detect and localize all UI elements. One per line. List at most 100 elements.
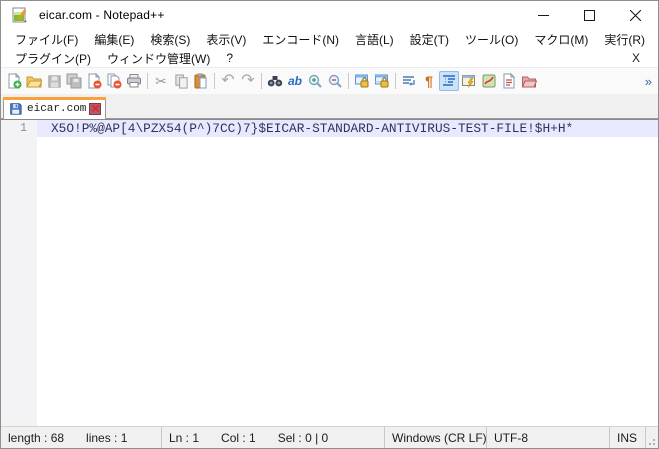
active-tab-accent bbox=[3, 97, 107, 100]
toolbar-separator bbox=[147, 73, 148, 89]
save-all-disabled-icon bbox=[66, 73, 82, 89]
print-button[interactable] bbox=[124, 71, 144, 91]
save-disabled-icon bbox=[47, 74, 61, 88]
paste-button[interactable] bbox=[191, 71, 211, 91]
line-number-gutter: 1 bbox=[1, 120, 37, 426]
paste-clipboard-icon bbox=[194, 73, 207, 89]
folder-as-workspace-button[interactable] bbox=[519, 71, 539, 91]
status-insert-mode[interactable]: INS bbox=[609, 427, 645, 448]
zoom-in-icon bbox=[308, 74, 322, 88]
sync-vertical-scroll-button[interactable] bbox=[352, 71, 372, 91]
line-number: 1 bbox=[20, 122, 27, 135]
function-list-icon bbox=[503, 73, 516, 89]
status-length: length : 68 bbox=[8, 430, 65, 445]
saved-floppy-icon bbox=[10, 103, 22, 115]
toolbar-separator bbox=[214, 73, 215, 89]
menu-search[interactable]: 検索(S) bbox=[142, 31, 198, 48]
sync-horizontal-scroll-button[interactable] bbox=[372, 71, 392, 91]
menu-bar: ファイル(F) 編集(E) 検索(S) 表示(V) エンコード(N) 言語(L)… bbox=[1, 29, 658, 68]
status-selection: Sel : 0 | 0 bbox=[277, 430, 329, 445]
close-all-files-button[interactable] bbox=[104, 71, 124, 91]
indent-guide-icon bbox=[443, 75, 455, 87]
tab-close-button[interactable] bbox=[89, 102, 102, 115]
menubar-close-icon[interactable]: X bbox=[628, 51, 644, 65]
document-map-button[interactable] bbox=[479, 71, 499, 91]
sync-horizontal-scroll-icon bbox=[375, 74, 389, 88]
zoom-out-button[interactable] bbox=[325, 71, 345, 91]
menu-settings[interactable]: 設定(T) bbox=[402, 31, 457, 48]
maximize-button[interactable] bbox=[566, 1, 612, 29]
save-all-button[interactable] bbox=[64, 71, 84, 91]
editor-area[interactable]: 1 X5O!P%@AP[4\PZX54(P^)7CC)7}$EICAR-STAN… bbox=[1, 119, 658, 426]
menu-macro[interactable]: マクロ(M) bbox=[526, 31, 596, 48]
document-map-icon bbox=[482, 74, 496, 88]
status-cursor-position: Ln : 1 Col : 1 Sel : 0 | 0 bbox=[161, 427, 384, 448]
close-file-button[interactable] bbox=[84, 71, 104, 91]
menu-window[interactable]: ウィンドウ管理(W) bbox=[99, 50, 218, 67]
undo-icon: ↶ bbox=[221, 72, 235, 89]
status-bar: length : 68 lines : 1 Ln : 1 Col : 1 Sel… bbox=[1, 426, 658, 448]
sync-vertical-scroll-icon bbox=[355, 74, 369, 88]
copy-button[interactable] bbox=[171, 71, 191, 91]
menu-plugins[interactable]: プラグイン(P) bbox=[7, 50, 99, 67]
toolbar-separator bbox=[348, 73, 349, 89]
menu-run[interactable]: 実行(R) bbox=[596, 31, 653, 48]
redo-icon: ↷ bbox=[241, 72, 255, 89]
status-doc-stats: length : 68 lines : 1 bbox=[1, 427, 161, 448]
pilcrow-icon: ¶ bbox=[425, 73, 433, 89]
save-button[interactable] bbox=[44, 71, 64, 91]
open-file-button[interactable] bbox=[24, 71, 44, 91]
zoom-in-button[interactable] bbox=[305, 71, 325, 91]
replace-button[interactable]: ab bbox=[285, 71, 305, 91]
close-file-icon bbox=[88, 73, 102, 89]
menu-encoding[interactable]: エンコード(N) bbox=[254, 31, 347, 48]
current-line-highlight[interactable]: X5O!P%@AP[4\PZX54(P^)7CC)7}$EICAR-STANDA… bbox=[37, 120, 658, 137]
toolbar-separator bbox=[261, 73, 262, 89]
menu-row-2: プラグイン(P) ウィンドウ管理(W) ? X bbox=[1, 49, 658, 67]
close-icon bbox=[629, 9, 641, 21]
user-defined-dialog-icon bbox=[462, 75, 475, 88]
toolbar-overflow-chevron-icon[interactable]: » bbox=[645, 74, 656, 89]
new-file-button[interactable] bbox=[4, 71, 24, 91]
menu-help[interactable]: ? bbox=[218, 51, 241, 65]
status-eol-format[interactable]: Windows (CR LF) bbox=[384, 427, 486, 448]
new-file-icon bbox=[8, 73, 22, 89]
close-button[interactable] bbox=[612, 1, 658, 29]
word-wrap-button[interactable] bbox=[399, 71, 419, 91]
menu-language[interactable]: 言語(L) bbox=[347, 31, 402, 48]
folder-as-workspace-icon bbox=[521, 76, 537, 88]
copy-icon bbox=[174, 73, 188, 89]
notepad-plus-plus-app-icon bbox=[12, 7, 27, 23]
status-encoding[interactable]: UTF-8 bbox=[486, 427, 609, 448]
word-wrap-icon bbox=[403, 76, 415, 86]
minimize-icon bbox=[537, 14, 549, 16]
status-line-number: Ln : 1 bbox=[169, 430, 200, 445]
show-indent-guide-button[interactable] bbox=[439, 71, 459, 91]
menu-view[interactable]: 表示(V) bbox=[198, 31, 254, 48]
title-bar: eicar.com - Notepad++ bbox=[1, 1, 658, 29]
find-binoculars-icon bbox=[267, 76, 283, 87]
function-list-button[interactable] bbox=[499, 71, 519, 91]
status-encoding-label: UTF-8 bbox=[494, 430, 528, 445]
find-button[interactable] bbox=[265, 71, 285, 91]
document-text[interactable]: X5O!P%@AP[4\PZX54(P^)7CC)7}$EICAR-STANDA… bbox=[37, 121, 573, 136]
cut-scissors-icon: ✂ bbox=[155, 73, 167, 89]
menu-tools[interactable]: ツール(O) bbox=[457, 31, 526, 48]
text-area[interactable]: X5O!P%@AP[4\PZX54(P^)7CC)7}$EICAR-STANDA… bbox=[37, 120, 658, 426]
redo-button[interactable]: ↷ bbox=[238, 71, 258, 91]
undo-button[interactable]: ↶ bbox=[218, 71, 238, 91]
user-defined-dialog-button[interactable] bbox=[459, 71, 479, 91]
tab-eicar-com[interactable]: eicar.com bbox=[3, 97, 107, 119]
maximize-icon bbox=[583, 9, 595, 21]
cut-button[interactable]: ✂ bbox=[151, 71, 171, 91]
tab-bar: eicar.com bbox=[1, 94, 658, 119]
minimize-button[interactable] bbox=[520, 1, 566, 29]
menu-edit[interactable]: 編集(E) bbox=[86, 31, 142, 48]
zoom-out-icon bbox=[328, 74, 342, 88]
resize-grip[interactable] bbox=[645, 427, 658, 448]
show-all-characters-button[interactable]: ¶ bbox=[419, 71, 439, 91]
notepad-plus-plus-window: eicar.com - Notepad++ ファイル(F) 編集(E) 検索(S… bbox=[0, 0, 659, 449]
menu-file[interactable]: ファイル(F) bbox=[7, 31, 86, 48]
resize-grip-icon bbox=[649, 439, 655, 445]
replace-ab-icon: ab bbox=[287, 74, 302, 88]
